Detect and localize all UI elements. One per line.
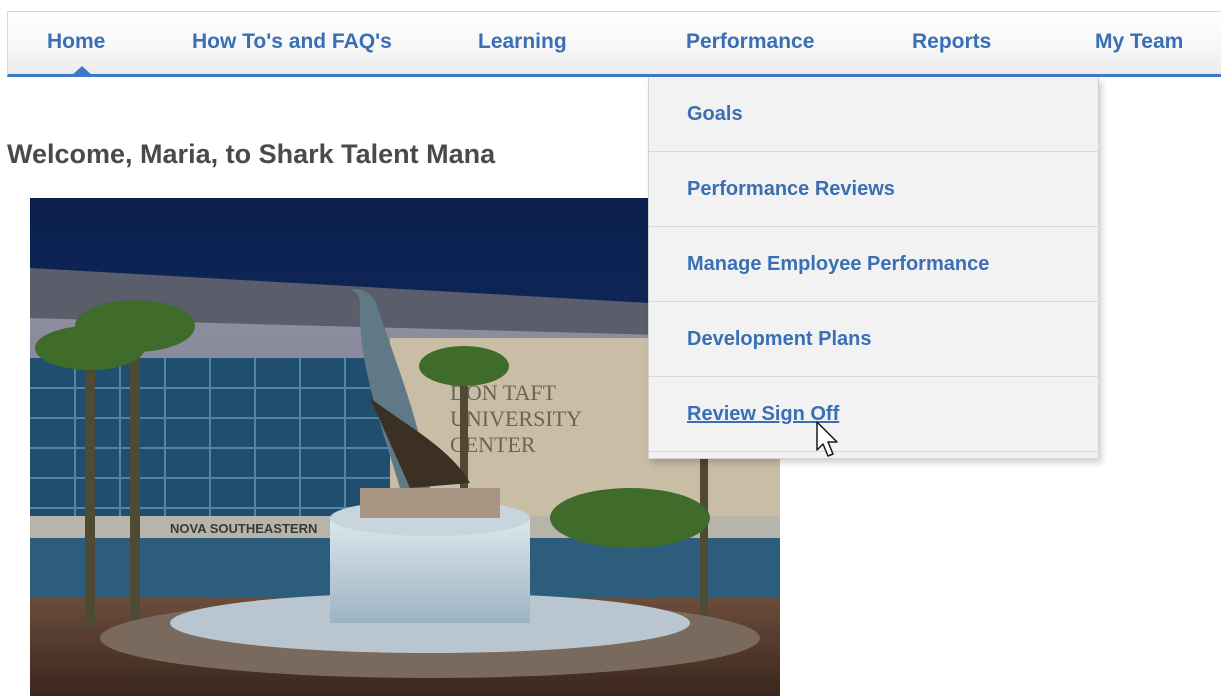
menu-item-goals[interactable]: Goals [649, 77, 1098, 152]
nav-item-learning[interactable]: Learning [478, 30, 567, 54]
building-sign-line-2: UNIVERSITY [450, 406, 582, 431]
menu-item-label: Development Plans [687, 327, 872, 350]
menu-item-label: Manage Employee Performance [687, 252, 990, 275]
menu-item-development-plans[interactable]: Development Plans [649, 302, 1098, 377]
nav-item-home[interactable]: Home [47, 30, 105, 54]
performance-dropdown-menu: Goals Performance Reviews Manage Employe… [648, 77, 1099, 459]
menu-item-performance-reviews[interactable]: Performance Reviews [649, 152, 1098, 227]
menu-item-label: Goals [687, 102, 743, 125]
nav-item-reports[interactable]: Reports [912, 30, 991, 54]
nav-item-performance[interactable]: Performance [686, 30, 814, 54]
menu-item-label: Performance Reviews [687, 177, 895, 200]
welcome-heading: Welcome, Maria, to Shark Talent Mana [7, 139, 496, 169]
mouse-pointer-icon [816, 421, 838, 457]
active-tab-indicator [70, 66, 94, 77]
menu-item-review-sign-off[interactable]: Review Sign Off [649, 377, 1098, 452]
menu-item-manage-employee-performance[interactable]: Manage Employee Performance [649, 227, 1098, 302]
nav-item-my-team[interactable]: My Team [1095, 30, 1183, 54]
top-nav-bar: Home How To's and FAQ's Learning Perform… [7, 11, 1221, 77]
building-band-text: NOVA SOUTHEASTERN [170, 521, 317, 536]
nav-item-how-tos-faqs[interactable]: How To's and FAQ's [192, 30, 392, 54]
